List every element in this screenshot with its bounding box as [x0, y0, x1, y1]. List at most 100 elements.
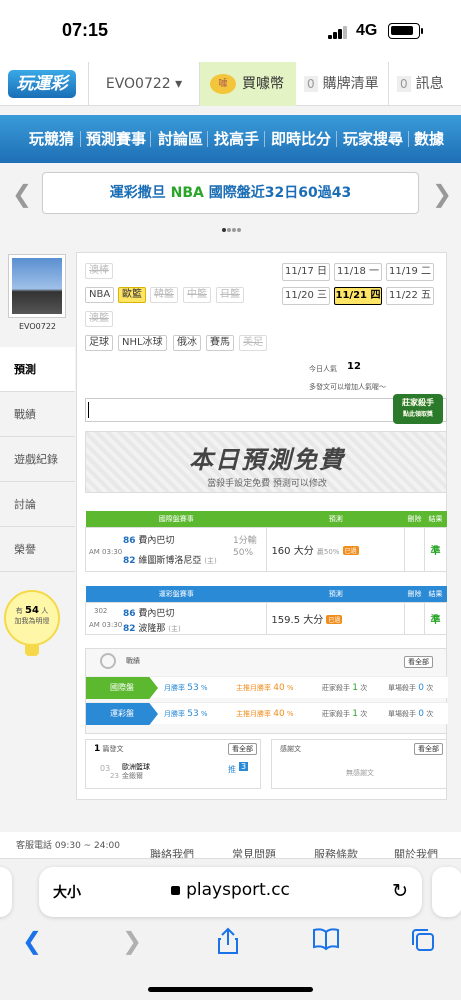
nav-item-predict[interactable]: 預測賽事 [86, 128, 146, 149]
stamp-title: 莊家殺手 [402, 398, 434, 407]
record-row-intl: 國際盤 月勝率 53 % 主推月勝率 40 % 莊家殺手 1 次 單場殺手 0 … [86, 676, 448, 699]
date-tab[interactable]: 11/22 五 [386, 287, 434, 305]
posts-count: 1 [94, 744, 101, 754]
killer-stamp-button[interactable]: 莊家殺手 點此領取獎 [393, 394, 443, 424]
nav-item-player-search[interactable]: 玩家搜尋 [343, 128, 403, 149]
stat-label: 月勝率 [164, 684, 185, 692]
banner-prev-icon[interactable]: ❮ [12, 180, 32, 208]
buy-coin-button[interactable]: 噱 買噱幣 [200, 62, 296, 106]
banner-next-icon[interactable]: ❯ [432, 180, 452, 208]
beacon-bulb[interactable]: 有 54 人 加我為明燈 [4, 590, 60, 646]
cart-count: 0 [304, 76, 318, 92]
site-logo[interactable]: 玩運彩 [8, 70, 76, 98]
sport-tag: 澳棒 [85, 263, 113, 279]
stat-label: 莊家殺手 [322, 710, 350, 718]
popularity-hint: 多發文可以增加人氣喔～ [309, 383, 386, 391]
date-tab[interactable]: 11/17 日 [282, 263, 330, 281]
col-header: 預測 [266, 511, 405, 527]
posts-label: 篇發文 [102, 745, 124, 753]
sport-tag: 美足 [239, 335, 267, 351]
menu-predict[interactable]: 預測 [0, 347, 75, 392]
share-icon[interactable] [216, 927, 240, 961]
main-nav: 玩競猜 預測賽事 討論區 找高手 即時比分 玩家搜尋 數據 [0, 115, 461, 163]
clock: 07:15 [62, 20, 109, 40]
tabs-icon[interactable] [410, 927, 436, 959]
stat-unit: 次 [426, 684, 434, 692]
free-banner: 本日預測免費 當殺手設定免費 預測可以修改 [85, 431, 447, 493]
game-time: AM 03:30 [89, 547, 123, 556]
team-name: 波隆那 [138, 623, 166, 634]
messages-link[interactable]: 0 訊息 [388, 62, 444, 106]
stat-label: 莊家殺手 [322, 684, 350, 692]
game-no: 302 [94, 606, 108, 615]
menu-honor[interactable]: 榮譽 [0, 527, 75, 572]
nav-item-forum[interactable]: 討論區 [158, 128, 203, 149]
col-header: 預測 [266, 586, 405, 602]
msg-label: 訊息 [415, 76, 444, 92]
browser-toolbar: 大小 playsport.cc ↻ ❮ ❯ [0, 858, 461, 1000]
team-name: 維圖斯博洛尼亞 [138, 555, 202, 566]
network-label: 4G [356, 22, 378, 39]
buy-coin-label: 買噱幣 [242, 76, 284, 92]
thanks-box: 感謝文 看全部 無感謝文 [271, 739, 447, 789]
thanks-view-all-button[interactable]: 看全部 [414, 743, 443, 755]
main-panel: 澳棒 NBA 歐籃 韓籃 中籃 日籃 澳籃 足球 NHL冰球 俄冰 賽馬 美足 … [76, 252, 448, 800]
sport-tag-russian-hockey[interactable]: 俄冰 [173, 335, 201, 351]
record-tab[interactable]: 運彩盤 [86, 703, 158, 725]
nav-item-experts[interactable]: 找高手 [214, 128, 259, 149]
nav-item-guess[interactable]: 玩競猜 [29, 128, 74, 149]
record-tab[interactable]: 國際盤 [86, 677, 158, 699]
date-tab[interactable]: 11/20 三 [282, 287, 330, 305]
promo-banner[interactable]: 運彩撒旦 NBA 國際盤近32日60過43 [42, 172, 419, 214]
nav-item-data[interactable]: 數據 [414, 128, 444, 149]
address-bar[interactable]: 大小 playsport.cc ↻ [39, 867, 422, 917]
sport-tag: 日籃 [216, 287, 244, 303]
forward-icon[interactable]: ❯ [122, 927, 142, 955]
menu-game-log[interactable]: 遊戲紀錄 [0, 437, 75, 482]
sport-tag-euro-basketball[interactable]: 歐籃 [118, 287, 146, 303]
team-number: 86 [123, 535, 136, 546]
next-tab-card[interactable] [432, 867, 461, 917]
menu-record[interactable]: 戰績 [0, 392, 75, 437]
passed-badge: 已過 [342, 546, 359, 555]
stat-value: 53 [187, 683, 199, 693]
post-recommend-count: 3 [239, 762, 249, 771]
stamp-sub: 點此領取獎 [402, 411, 433, 418]
battery-icon [388, 23, 423, 39]
intl-prediction-table: 國際盤賽事 預測 刪除 結果 AM 03:30 86 費內巴切 82 維圖斯博洛… [84, 511, 447, 572]
date-tab[interactable]: 11/18 一 [334, 263, 382, 281]
bookmarks-icon[interactable] [312, 927, 340, 957]
posts-view-all-button[interactable]: 看全部 [228, 743, 257, 755]
date-tab-selected[interactable]: 11/21 四 [334, 287, 382, 305]
date-tab[interactable]: 11/19 二 [386, 263, 434, 281]
stat-label: 單場殺手 [388, 710, 416, 718]
menu-discuss[interactable]: 討論 [0, 482, 75, 527]
stat-value: 0 [418, 709, 424, 719]
popularity-value: 12 [347, 361, 361, 372]
result-mark: 準 [424, 526, 447, 572]
sport-tag-nhl[interactable]: NHL冰球 [118, 335, 167, 351]
avatar[interactable] [8, 254, 66, 318]
sport-tag-horse[interactable]: 賽馬 [206, 335, 234, 351]
sport-tag-soccer[interactable]: 足球 [85, 335, 113, 351]
prev-tab-card[interactable] [0, 867, 12, 917]
col-header: 刪除 [404, 586, 425, 602]
nav-item-live-score[interactable]: 即時比分 [271, 128, 331, 149]
status-bar: 07:15 4G [0, 0, 461, 62]
stat-value: 0 [418, 683, 424, 693]
record-icon [100, 653, 116, 669]
thanks-empty: 無感謝文 [346, 769, 374, 777]
user-menu[interactable]: EVO0722 ▾ [88, 62, 200, 106]
reload-icon[interactable]: ↻ [392, 880, 408, 902]
bulb-count: 54 [25, 605, 39, 616]
back-icon[interactable]: ❮ [22, 927, 42, 955]
pick-value: 160 大分 [271, 545, 314, 557]
service-hours: 客服電話 09:30 ~ 24:00 [16, 841, 120, 851]
passed-badge: 已過 [326, 615, 343, 624]
cart-link[interactable]: 0 購牌清單 [304, 62, 379, 106]
record-view-all-button[interactable]: 看全部 [404, 656, 433, 668]
bulb-stem [25, 644, 39, 656]
sport-tag-nba[interactable]: NBA [85, 287, 115, 303]
sport-tag: 澳籃 [85, 311, 113, 327]
bulb-prefix: 有 [15, 607, 23, 615]
